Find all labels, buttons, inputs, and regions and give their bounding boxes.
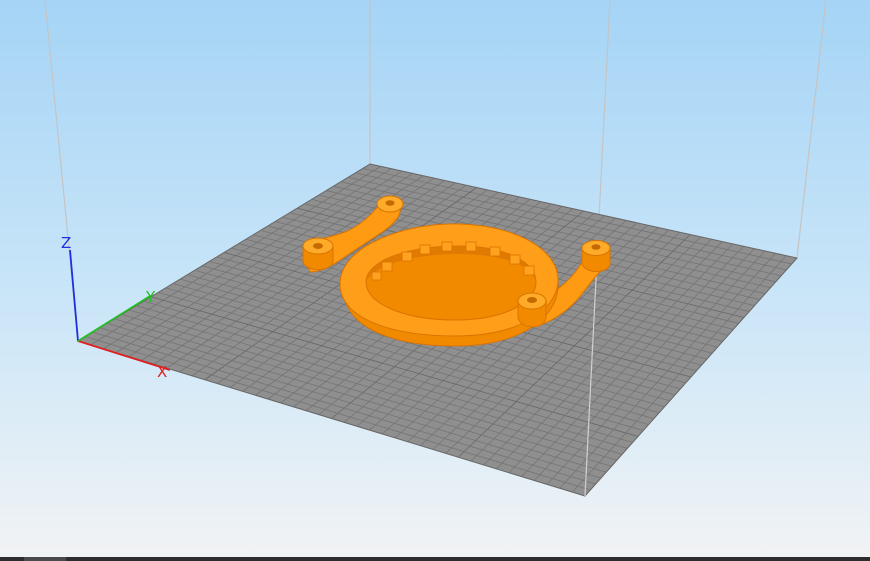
bottom-tab[interactable] xyxy=(24,557,66,561)
3d-viewport[interactable]: Z X Y xyxy=(0,0,870,557)
y-axis-label: Y xyxy=(145,288,156,306)
scene-canvas[interactable]: Z X Y xyxy=(0,0,870,557)
bottom-toolbar-edge xyxy=(0,557,870,561)
x-axis-label: X xyxy=(157,363,167,381)
z-axis-label: Z xyxy=(61,234,71,252)
